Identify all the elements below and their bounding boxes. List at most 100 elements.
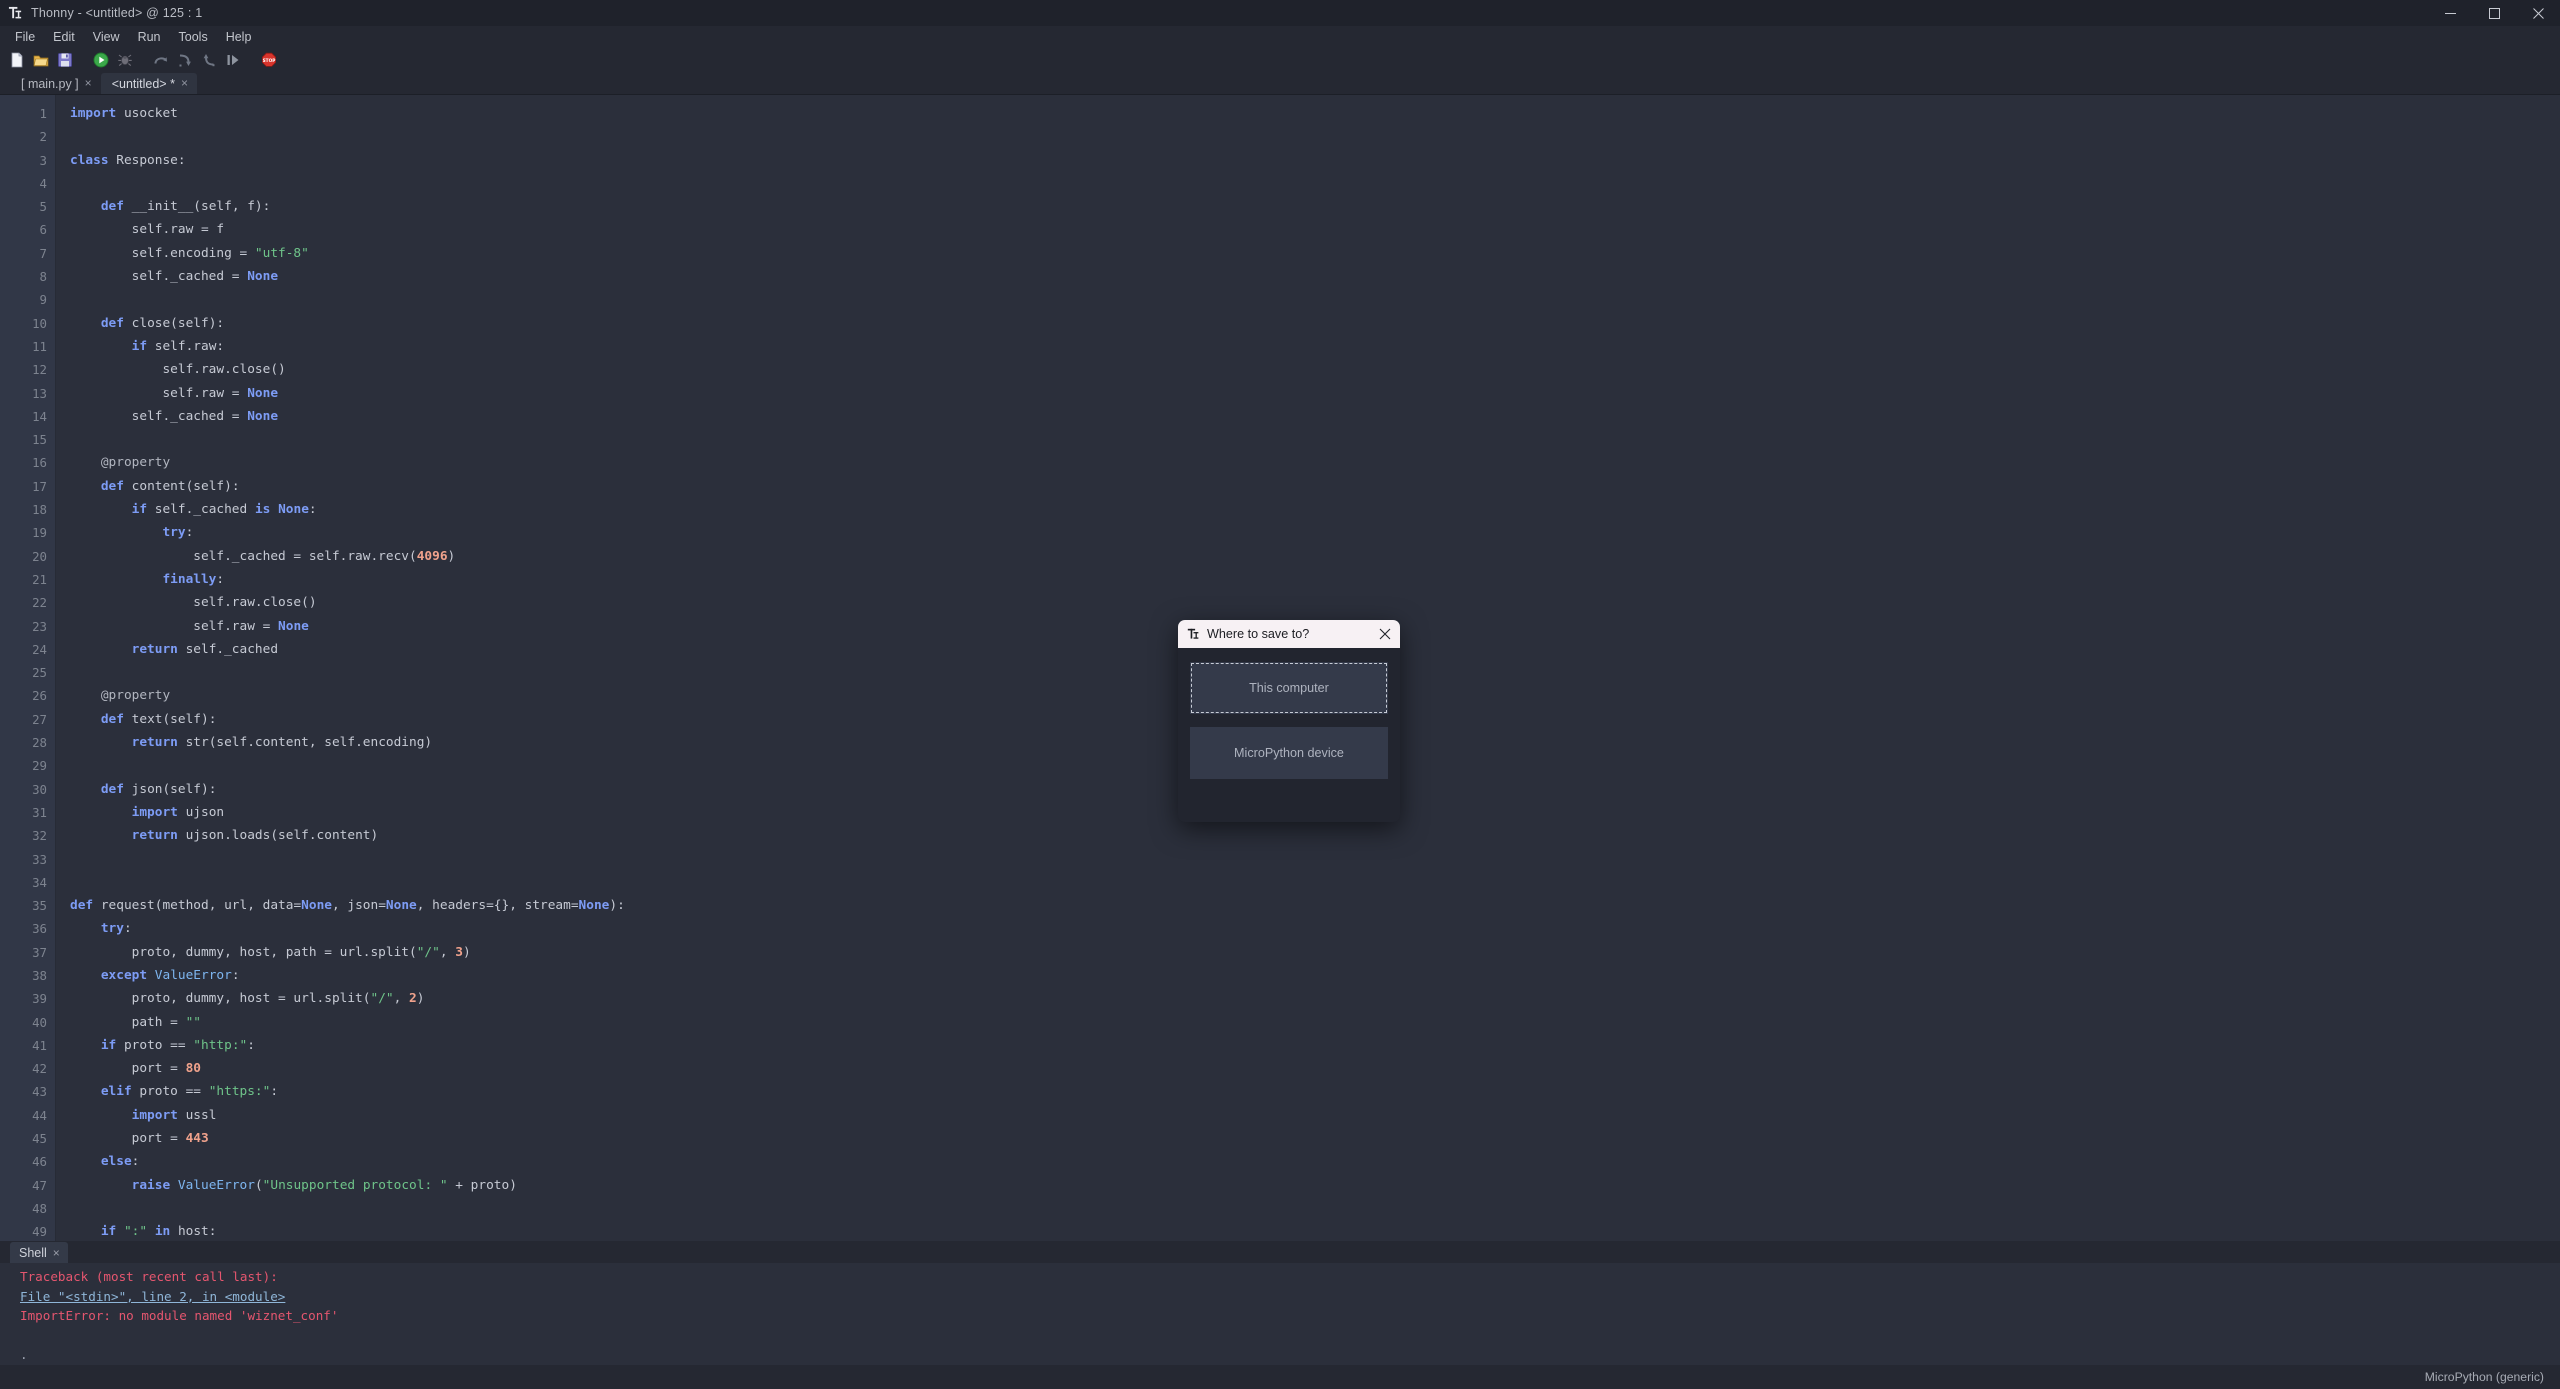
close-button[interactable] (2516, 0, 2560, 26)
code-line[interactable]: else: (70, 1150, 2560, 1173)
this-computer-button[interactable]: This computer (1190, 662, 1388, 714)
code-line[interactable]: import usocket (70, 102, 2560, 125)
shell-tab-strip: Shell × (0, 1241, 2560, 1264)
editor-vertical-scrollbar[interactable] (2553, 95, 2560, 1242)
menu-item-run[interactable]: Run (129, 28, 170, 46)
stop-icon[interactable]: STOP (258, 49, 280, 71)
menu-item-tools[interactable]: Tools (170, 28, 217, 46)
step-over-icon[interactable] (150, 49, 172, 71)
code-line[interactable]: self.raw.close() (70, 591, 2560, 614)
close-icon[interactable]: × (181, 77, 188, 89)
close-icon[interactable]: × (53, 1247, 60, 1259)
line-number: 46 (32, 1154, 47, 1170)
line-number: 28 (32, 735, 47, 751)
debug-icon[interactable] (114, 49, 136, 71)
open-file-icon[interactable] (30, 49, 52, 71)
code-line[interactable]: self.raw = f (70, 218, 2560, 241)
code-line[interactable]: if self.raw: (70, 335, 2560, 358)
code-line[interactable]: def content(self): (70, 475, 2560, 498)
code-line[interactable]: if self._cached is None: (70, 498, 2560, 521)
code-line[interactable]: port = 443 (70, 1127, 2560, 1150)
menu-item-view[interactable]: View (84, 28, 129, 46)
maximize-button[interactable] (2472, 0, 2516, 26)
close-icon[interactable]: × (85, 77, 92, 89)
line-number: 21 (32, 571, 47, 587)
code-token: Response: (108, 152, 186, 168)
code-line[interactable]: return ujson.loads(self.content) (70, 824, 2560, 847)
code-line[interactable]: def request(method, url, data=None, json… (70, 894, 2560, 917)
new-file-icon[interactable] (6, 49, 28, 71)
code-line[interactable]: try: (70, 521, 2560, 544)
code-line[interactable]: def close(self): (70, 312, 2560, 335)
code-token: ) (447, 548, 456, 564)
interpreter-status[interactable]: MicroPython (generic) (2425, 1370, 2544, 1384)
dialog-title-bar: Where to save to? (1178, 620, 1400, 648)
code-line[interactable]: path = "" (70, 1011, 2560, 1034)
code-line[interactable] (70, 288, 2560, 311)
code-line[interactable]: try: (70, 917, 2560, 940)
line-number: 26 (32, 688, 47, 704)
editor-tab-2[interactable]: <untitled> * × (100, 73, 197, 94)
line-number: 8 (39, 269, 47, 285)
code-line[interactable]: def __init__(self, f): (70, 195, 2560, 218)
code-line[interactable]: self.encoding = "utf-8" (70, 242, 2560, 265)
shell-output[interactable]: Traceback (most recent call last): File … (0, 1263, 2560, 1365)
code-token: None (278, 502, 309, 518)
code-line[interactable]: proto, dummy, host = url.split("/", 2) (70, 987, 2560, 1010)
step-into-icon[interactable] (174, 49, 196, 71)
code-line[interactable]: raise ValueError("Unsupported protocol: … (70, 1174, 2560, 1197)
run-icon[interactable] (90, 49, 112, 71)
line-number: 7 (39, 245, 47, 261)
line-number: 31 (32, 804, 47, 820)
code-token: path = (70, 1014, 186, 1030)
code-line[interactable]: self.raw.close() (70, 358, 2560, 381)
save-location-dialog: Where to save to? This computer MicroPyth… (1178, 620, 1400, 822)
code-line[interactable] (70, 871, 2560, 894)
code-token: def (100, 781, 124, 797)
code-line[interactable]: proto, dummy, host, path = url.split("/"… (70, 941, 2560, 964)
shell-line: File "<stdin>", line 2, in <module> (20, 1288, 286, 1304)
code-token: "/" (416, 944, 440, 960)
close-icon[interactable] (1375, 624, 1395, 644)
title-bar: Thonny - <untitled> @ 125 : 1 (0, 0, 2560, 26)
resume-icon[interactable] (222, 49, 244, 71)
line-number-gutter: 1 2 3 4 5 6 7 8 9 10 11 12 13 14 15 16 17 18 19 20 21 22 23 24 2… (0, 95, 56, 1242)
code-line[interactable] (70, 172, 2560, 195)
editor-tab-1[interactable]: [ main.py ] × (10, 73, 101, 94)
code-token: self.raw = (70, 618, 279, 634)
code-line[interactable]: finally: (70, 568, 2560, 591)
code-line[interactable] (70, 125, 2560, 148)
micropython-device-button[interactable]: MicroPython device (1190, 727, 1388, 779)
code-line[interactable]: port = 80 (70, 1057, 2560, 1080)
code-line[interactable] (70, 848, 2560, 871)
menu-item-file[interactable]: File (6, 28, 44, 46)
code-line[interactable]: if ":" in host: (70, 1220, 2560, 1241)
code-line[interactable]: if proto == "http:": (70, 1034, 2560, 1057)
code-line[interactable]: self._cached = self.raw.recv(4096) (70, 545, 2560, 568)
code-line[interactable]: import ussl (70, 1104, 2560, 1127)
menu-item-help[interactable]: Help (217, 28, 261, 46)
code-line[interactable]: elif proto == "https:": (70, 1080, 2560, 1103)
code-token: import (131, 1107, 178, 1123)
save-file-icon[interactable] (54, 49, 76, 71)
code-line[interactable]: self.raw = None (70, 382, 2560, 405)
menu-item-edit[interactable]: Edit (44, 28, 84, 46)
code-line[interactable] (70, 428, 2560, 451)
minimize-button[interactable] (2428, 0, 2472, 26)
code-token: None (247, 408, 279, 424)
step-out-icon[interactable] (198, 49, 220, 71)
toolbar-separator (246, 49, 256, 71)
code-line[interactable]: @property (70, 451, 2560, 474)
line-number: 16 (32, 455, 47, 471)
code-line[interactable]: self._cached = None (70, 405, 2560, 428)
code-token: ) (462, 944, 471, 960)
code-line[interactable]: class Response: (70, 149, 2560, 172)
code-line[interactable]: self._cached = None (70, 265, 2560, 288)
tab-shell[interactable]: Shell × (10, 1242, 68, 1264)
code-line[interactable]: except ValueError: (70, 964, 2560, 987)
code-token: self.raw.close() (70, 595, 317, 611)
code-line[interactable] (70, 1197, 2560, 1220)
